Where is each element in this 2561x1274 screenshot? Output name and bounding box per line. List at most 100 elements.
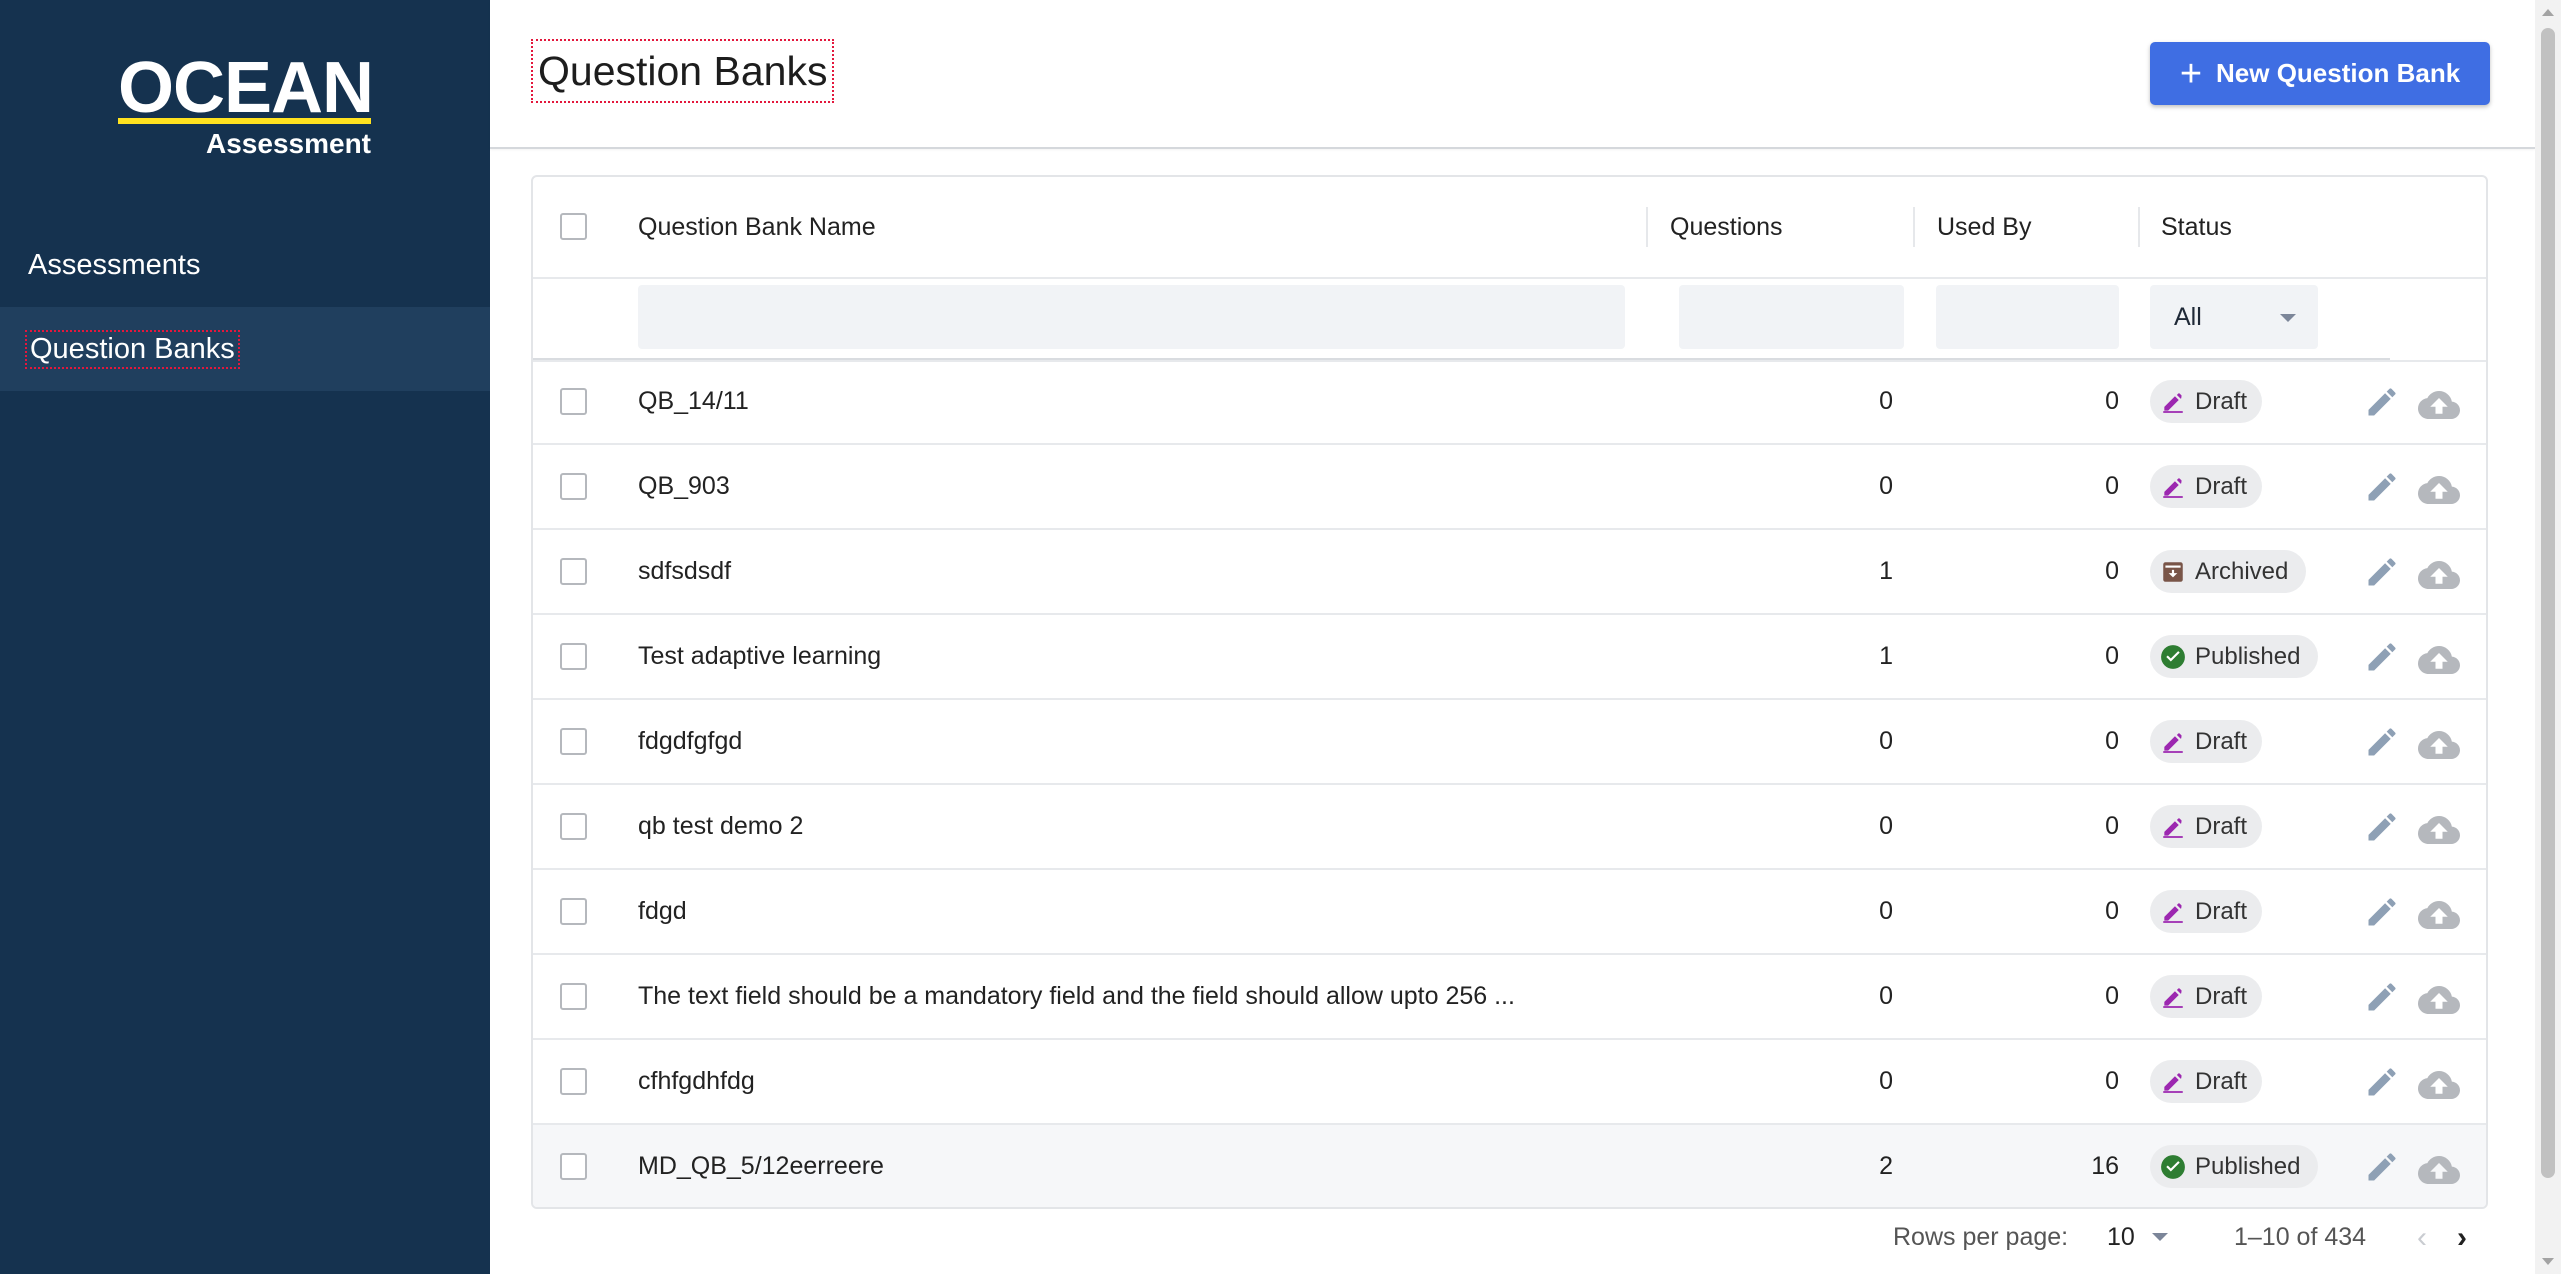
edit-icon[interactable] [2364, 809, 2400, 845]
upload-cloud-icon[interactable] [2418, 384, 2460, 420]
edit-icon[interactable] [2364, 724, 2400, 760]
rows-per-page-label: Rows per page: [1893, 1223, 2069, 1251]
status-label: Draft [2195, 1067, 2248, 1095]
table-row[interactable]: sdfsdsdf 1 0 Archived [533, 530, 2486, 615]
edit-icon[interactable] [2364, 554, 2400, 590]
question-bank-name[interactable]: fdgd [638, 870, 1638, 953]
chevron-down-icon [2280, 314, 2296, 322]
ocean-assessment-logo[interactable]: OCEAN Assessment [118, 48, 374, 159]
upload-cloud-icon[interactable] [2418, 894, 2460, 930]
status-label: Published [2195, 642, 2301, 670]
status-badge: Published [2150, 1145, 2318, 1188]
upload-cloud-icon[interactable] [2418, 1064, 2460, 1100]
status-badge: Draft [2150, 890, 2262, 933]
edit-icon[interactable] [2364, 384, 2400, 420]
edit-icon[interactable] [2364, 1064, 2400, 1100]
row-checkbox[interactable] [560, 388, 587, 415]
name-filter-input[interactable] [638, 285, 1625, 349]
draft-pencil-icon [2160, 474, 2186, 500]
sidebar-item-label: Question Banks [25, 329, 240, 369]
status-label: Draft [2195, 387, 2248, 415]
question-bank-name[interactable]: Test adaptive learning [638, 615, 1638, 698]
table-row[interactable]: The text field should be a mandatory fie… [533, 955, 2486, 1040]
question-bank-name[interactable]: MD_QB_5/12eerreere [638, 1125, 1638, 1207]
table-row[interactable]: fdgdfgfgd 0 0 Draft [533, 700, 2486, 785]
row-checkbox[interactable] [560, 813, 587, 840]
pagination: Rows per page: 10 1–10 of 434 ‹ › [490, 1215, 2535, 1265]
question-bank-name[interactable]: sdfsdsdf [638, 530, 1638, 613]
status-badge: Draft [2150, 720, 2262, 763]
table-row[interactable]: cfhfgdhfdg 0 0 Draft [533, 1040, 2486, 1125]
sidebar-item-assessments[interactable]: Assessments [0, 223, 490, 307]
upload-cloud-icon[interactable] [2418, 809, 2460, 845]
question-bank-name[interactable]: qb test demo 2 [638, 785, 1638, 868]
upload-cloud-icon[interactable] [2418, 469, 2460, 505]
status-label: Draft [2195, 472, 2248, 500]
question-banks-table: Question Bank Name Questions Used By Sta… [531, 175, 2488, 1209]
logo-underline [118, 118, 371, 124]
column-separator[interactable] [2138, 207, 2140, 247]
status-filter-select[interactable]: All [2150, 285, 2318, 349]
logo-wordmark: OCEAN [118, 48, 374, 128]
column-header-name[interactable]: Question Bank Name [638, 177, 876, 277]
edit-icon[interactable] [2364, 894, 2400, 930]
select-all-checkbox[interactable] [560, 213, 587, 240]
question-bank-name[interactable]: QB_14/11 [638, 360, 1638, 443]
row-checkbox[interactable] [560, 898, 587, 925]
table-row[interactable]: Test adaptive learning 1 0 Published [533, 615, 2486, 700]
upload-cloud-icon[interactable] [2418, 724, 2460, 760]
table-row[interactable]: fdgd 0 0 Draft [533, 870, 2486, 955]
row-checkbox[interactable] [560, 643, 587, 670]
row-checkbox[interactable] [560, 983, 587, 1010]
column-separator[interactable] [1913, 207, 1915, 247]
page-header: Question Banks + New Question Bank [490, 0, 2535, 149]
upload-cloud-icon[interactable] [2418, 1149, 2460, 1185]
questions-filter-input[interactable] [1679, 285, 1904, 349]
new-question-bank-label: New Question Bank [2216, 58, 2461, 88]
column-header-used-by[interactable]: Used By [1937, 177, 2031, 277]
scrollbar-thumb[interactable] [2541, 28, 2555, 1178]
table-row[interactable]: MD_QB_5/12eerreere 2 16 Published [533, 1125, 2486, 1207]
question-bank-name[interactable]: QB_903 [638, 445, 1638, 528]
scroll-up-icon[interactable] [2542, 9, 2554, 16]
upload-cloud-icon[interactable] [2418, 979, 2460, 1015]
edit-icon[interactable] [2364, 1149, 2400, 1185]
table-row[interactable]: QB_903 0 0 Draft [533, 445, 2486, 530]
row-checkbox[interactable] [560, 1068, 587, 1095]
edit-icon[interactable] [2364, 469, 2400, 505]
row-checkbox[interactable] [560, 473, 587, 500]
scroll-down-icon[interactable] [2542, 1258, 2554, 1265]
question-bank-name[interactable]: The text field should be a mandatory fie… [638, 955, 1638, 1038]
used-by-filter-input[interactable] [1936, 285, 2119, 349]
previous-page-icon[interactable]: ‹ [2417, 1221, 2427, 1255]
used-by-count: 0 [2105, 1067, 2119, 1095]
status-label: Draft [2195, 812, 2248, 840]
rows-per-page-select[interactable]: 10 [2107, 1223, 2168, 1252]
questions-count: 0 [1879, 472, 1893, 500]
row-checkbox[interactable] [560, 728, 587, 755]
status-badge: Draft [2150, 805, 2262, 848]
status-label: Draft [2195, 982, 2248, 1010]
edit-icon[interactable] [2364, 979, 2400, 1015]
new-question-bank-button[interactable]: + New Question Bank [2150, 42, 2490, 105]
page-scrollbar[interactable] [2535, 0, 2561, 1274]
questions-count: 1 [1879, 642, 1893, 670]
table-row[interactable]: qb test demo 2 0 0 Draft [533, 785, 2486, 870]
used-by-count: 0 [2105, 812, 2119, 840]
status-badge: Draft [2150, 1060, 2262, 1103]
column-header-questions[interactable]: Questions [1670, 177, 1783, 277]
upload-cloud-icon[interactable] [2418, 554, 2460, 590]
edit-icon[interactable] [2364, 639, 2400, 675]
row-checkbox[interactable] [560, 558, 587, 585]
row-checkbox[interactable] [560, 1153, 587, 1180]
column-header-status[interactable]: Status [2161, 177, 2232, 277]
questions-count: 0 [1879, 812, 1893, 840]
upload-cloud-icon[interactable] [2418, 639, 2460, 675]
sidebar-item-question-banks[interactable]: Question Banks [0, 307, 490, 391]
next-page-icon[interactable]: › [2457, 1221, 2467, 1255]
questions-count: 0 [1879, 727, 1893, 755]
question-bank-name[interactable]: fdgdfgfgd [638, 700, 1638, 783]
column-separator[interactable] [1646, 207, 1648, 247]
question-bank-name[interactable]: cfhfgdhfdg [638, 1040, 1638, 1123]
table-row[interactable]: QB_14/11 0 0 Draft [533, 360, 2486, 445]
